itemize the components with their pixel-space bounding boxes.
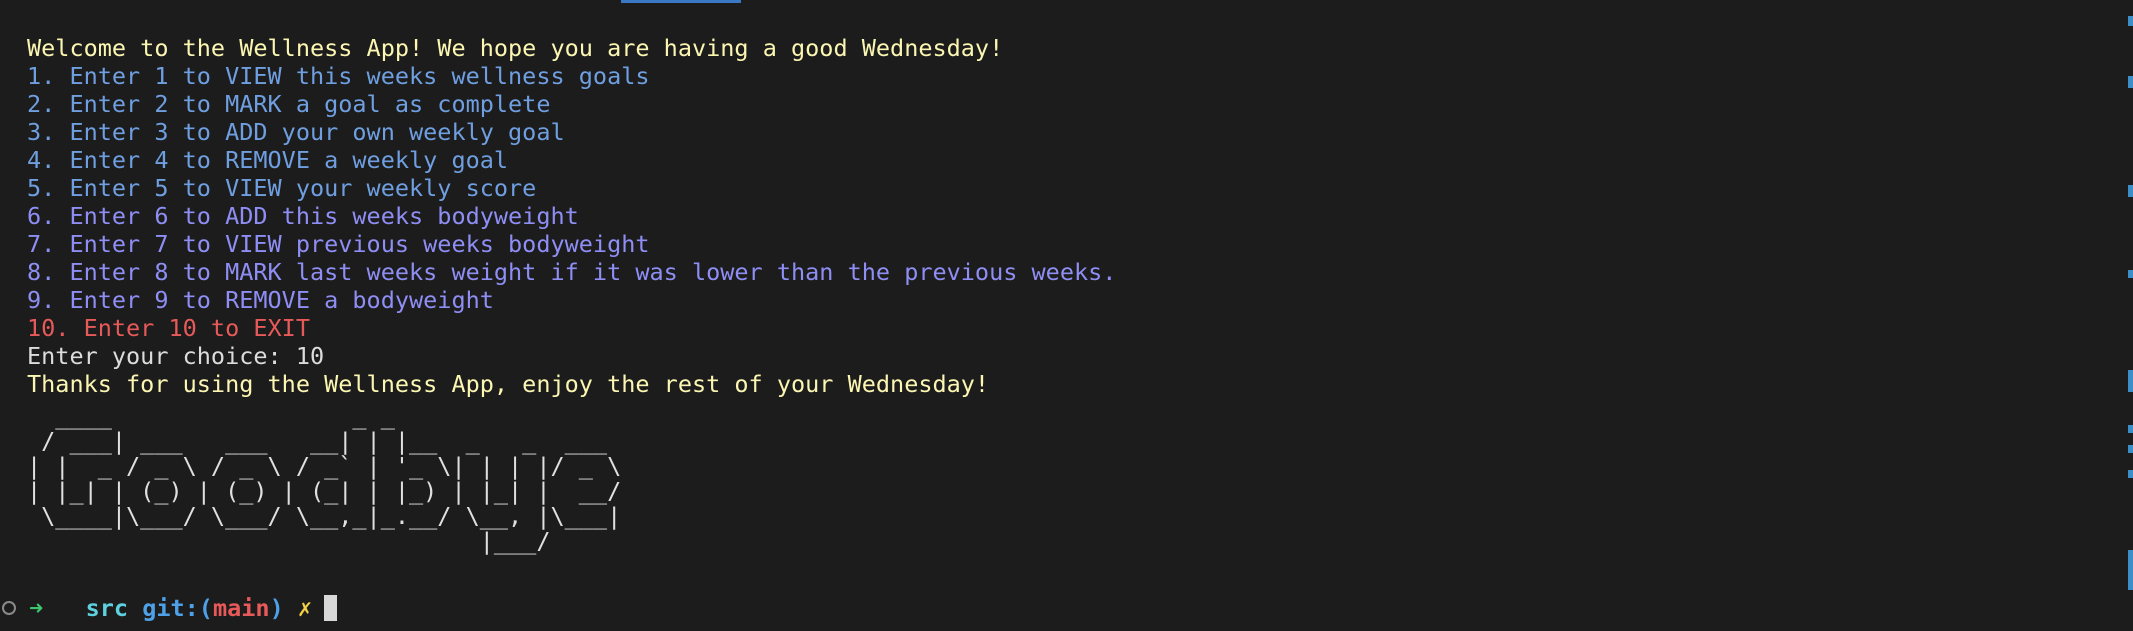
- scrollbar-marker: [2128, 370, 2133, 392]
- scrollbar-markers[interactable]: [2127, 0, 2133, 631]
- prompt-dirty-icon: ✗: [297, 594, 313, 622]
- terminal-window[interactable]: Welcome to the Wellness App! We hope you…: [0, 0, 2133, 631]
- prompt-arrow-icon: ➜: [29, 594, 44, 622]
- scrollbar-marker: [2128, 185, 2133, 197]
- menu-option-9: 9. Enter 9 to REMOVE a bodyweight: [27, 286, 494, 314]
- scrollbar-marker: [2128, 425, 2133, 433]
- welcome-line: Welcome to the Wellness App! We hope you…: [27, 34, 1004, 62]
- menu-option-6: 6. Enter 6 to ADD this weeks bodyweight: [27, 202, 579, 230]
- terminal-cursor[interactable]: [324, 595, 338, 621]
- prompt-status-circle-icon: [2, 601, 16, 615]
- shell-prompt[interactable]: ➜ src git:( main ) ✗: [0, 592, 338, 624]
- prompt-directory: src: [85, 594, 129, 622]
- choice-input-line: Enter your choice: 10: [27, 342, 325, 370]
- menu-option-4: 4. Enter 4 to REMOVE a weekly goal: [27, 146, 509, 174]
- menu-option-10: 10. Enter 10 to EXIT: [27, 314, 310, 342]
- terminal-output: Welcome to the Wellness App! We hope you…: [27, 34, 1116, 398]
- prompt-git-label: git:(: [142, 594, 213, 622]
- prompt-git-close: ): [269, 594, 284, 622]
- prompt-git-branch: main: [212, 594, 270, 622]
- scrollbar-marker: [2128, 16, 2133, 26]
- menu-option-5: 5. Enter 5 to VIEW your weekly score: [27, 174, 537, 202]
- scrollbar-marker: [2128, 445, 2133, 453]
- scrollbar-marker: [2128, 76, 2133, 88]
- goodbye-message: Thanks for using the Wellness App, enjoy…: [27, 370, 990, 398]
- goodbye-ascii-art: ____ _ _ / ___| ___ ___ __| | |__ _ _ __…: [27, 402, 622, 555]
- menu-option-2: 2. Enter 2 to MARK a goal as complete: [27, 90, 551, 118]
- scrollbar-marker: [2128, 470, 2133, 478]
- menu-option-3: 3. Enter 3 to ADD your own weekly goal: [27, 118, 565, 146]
- menu-option-1: 1. Enter 1 to VIEW this weeks wellness g…: [27, 62, 650, 90]
- scrollbar-marker: [2128, 550, 2133, 590]
- scrollbar-marker: [2128, 270, 2133, 278]
- menu-option-7: 7. Enter 7 to VIEW previous weeks bodywe…: [27, 230, 650, 258]
- active-tab-indicator: [621, 0, 741, 3]
- menu-option-8: 8. Enter 8 to MARK last weeks weight if …: [27, 258, 1117, 286]
